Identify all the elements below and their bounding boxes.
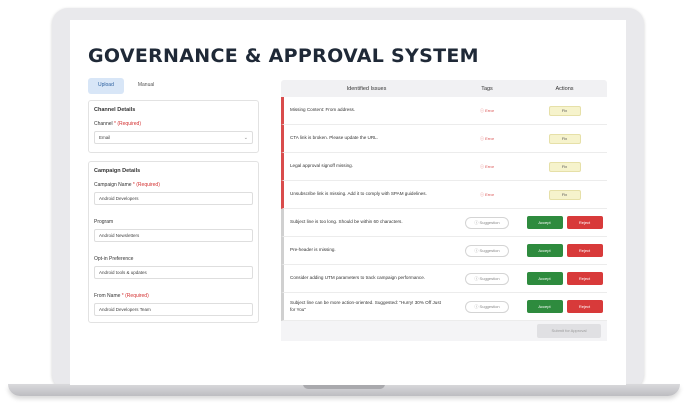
issue-text: CTA link is broken. Please update the UR… [290, 135, 379, 141]
tag-cell: ⓘ Error [452, 192, 522, 198]
suggestion-tag: ⓘ Suggestion [465, 216, 509, 229]
table-row: Subject line is too long. Should be with… [281, 209, 607, 237]
error-tag-label: Error [485, 107, 494, 113]
from-name-label: From Name * (Required) [94, 293, 253, 299]
issues-panel: Identified Issues Tags Actions Missing C… [281, 80, 607, 341]
header-tags: Tags [481, 85, 493, 92]
error-tag-label: Error [485, 135, 494, 141]
optin-field[interactable]: Android tools & updates [94, 266, 253, 279]
input-mode-tabs: Upload Manual [88, 78, 259, 94]
action-cell: Accept Reject [522, 300, 607, 313]
submit-for-approval-button[interactable]: Submit for Approval [537, 324, 601, 338]
action-cell: Fix [522, 105, 607, 116]
table-row: Missing Content: From address. ⓘ Error F… [281, 97, 607, 125]
suggestion-tag: ⓘ Suggestion [465, 244, 509, 257]
tab-manual[interactable]: Manual [128, 78, 164, 94]
from-name-required-text: * (Required) [121, 293, 149, 299]
issues-table-header: Identified Issues Tags Actions [281, 80, 607, 97]
issue-text: Pre-header is missing. [290, 247, 336, 253]
suggestion-tag-label: Suggestion [479, 247, 500, 253]
issue-text: Legal approval signoff missing. [290, 163, 353, 169]
accept-button[interactable]: Accept [526, 300, 563, 313]
error-tag: ⓘ Error [479, 163, 494, 169]
issue-text: Subject line is too long. Should be with… [290, 219, 403, 225]
action-cell: Fix [522, 133, 607, 144]
reject-button[interactable]: Reject [566, 244, 603, 257]
channel-required-text: * (Required) [114, 121, 141, 127]
page-title: GOVERNANCE & APPROVAL SYSTEM [88, 45, 479, 67]
program-label: Program [94, 219, 114, 225]
accept-button[interactable]: Accept [526, 272, 563, 285]
error-tag: ⓘ Error [479, 191, 494, 197]
suggestion-tag-label: Suggestion [479, 219, 500, 225]
fix-button[interactable]: Fix [548, 133, 581, 144]
error-tag-label: Error [485, 163, 494, 169]
suggestion-tag: ⓘ Suggestion [465, 300, 509, 313]
reject-button[interactable]: Reject [566, 272, 603, 285]
channel-details-title: Channel Details [94, 107, 136, 113]
error-tag-label: Error [485, 191, 494, 197]
from-name-field[interactable]: Android Developers Team [94, 303, 253, 316]
chevron-down-icon: ⌄ [243, 135, 248, 141]
table-row: CTA link is broken. Please update the UR… [281, 125, 607, 153]
tag-cell: ⓘ Suggestion [452, 272, 522, 285]
campaign-name-required-text: * (Required) [132, 182, 160, 188]
table-row: Subject line can be more action-oriented… [281, 293, 607, 321]
tag-cell: ⓘ Error [452, 108, 522, 114]
issue-text: Consider adding UTM parameters to track … [290, 275, 426, 281]
campaign-details-section: Campaign Details Campaign Name * (Requir… [88, 161, 259, 323]
error-tag: ⓘ Error [479, 135, 494, 141]
issue-text: Missing Content: From address. [290, 107, 356, 113]
tag-cell: ⓘ Suggestion [452, 300, 522, 313]
campaign-details-title: Campaign Details [94, 168, 141, 174]
channel-label-text: Channel [94, 121, 113, 127]
campaign-name-field[interactable]: Android Developers [94, 192, 253, 205]
from-name-label-text: From Name [94, 293, 121, 299]
action-cell: Accept Reject [522, 244, 607, 257]
tab-upload[interactable]: Upload [88, 78, 124, 94]
program-field[interactable]: Android Newsletters [94, 229, 253, 242]
channel-select[interactable]: Email ⌄ [94, 131, 253, 144]
campaign-name-label-text: Campaign Name [94, 182, 132, 188]
action-cell: Accept Reject [522, 272, 607, 285]
accept-button[interactable]: Accept [526, 244, 563, 257]
app-screen: GOVERNANCE & APPROVAL SYSTEM Upload Manu… [70, 20, 626, 385]
tag-cell: ⓘ Error [452, 164, 522, 170]
stage: GOVERNANCE & APPROVAL SYSTEM Upload Manu… [0, 0, 689, 405]
table-row: Unsubscribe link is missing. Add it to c… [281, 181, 607, 209]
channel-details-section: Channel Details Channel * (Required) Ema… [88, 100, 259, 153]
campaign-form-panel: Upload Manual Channel Details Channel * … [88, 78, 259, 370]
campaign-name-label: Campaign Name * (Required) [94, 182, 253, 188]
channel-label: Channel * (Required) [94, 121, 253, 127]
tag-cell: ⓘ Error [452, 136, 522, 142]
suggestion-tag-label: Suggestion [479, 303, 500, 309]
issue-text: Unsubscribe link is missing. Add it to c… [290, 191, 427, 197]
tag-cell: ⓘ Suggestion [452, 216, 522, 229]
fix-button[interactable]: Fix [548, 161, 581, 172]
reject-button[interactable]: Reject [566, 216, 603, 229]
table-row: Legal approval signoff missing. ⓘ Error … [281, 153, 607, 181]
table-row: Pre-header is missing. ⓘ Suggestion Acce… [281, 237, 607, 265]
error-tag: ⓘ Error [479, 107, 494, 113]
optin-label: Opt-in Preference [94, 256, 134, 262]
accept-button[interactable]: Accept [526, 216, 563, 229]
tag-cell: ⓘ Suggestion [452, 244, 522, 257]
suggestion-tag-label: Suggestion [479, 275, 500, 281]
channel-select-value: Email [99, 135, 111, 140]
table-row: Consider adding UTM parameters to track … [281, 265, 607, 293]
reject-button[interactable]: Reject [566, 300, 603, 313]
fix-button[interactable]: Fix [548, 105, 581, 116]
header-issues: Identified Issues [346, 85, 387, 92]
issues-table-footer: Submit for Approval [281, 321, 607, 341]
action-cell: Fix [522, 189, 607, 200]
action-cell: Fix [522, 161, 607, 172]
fix-button[interactable]: Fix [548, 189, 581, 200]
action-cell: Accept Reject [522, 216, 607, 229]
suggestion-tag: ⓘ Suggestion [465, 272, 509, 285]
header-actions: Actions [555, 85, 574, 92]
issue-text: Subject line can be more action-oriented… [290, 299, 441, 312]
